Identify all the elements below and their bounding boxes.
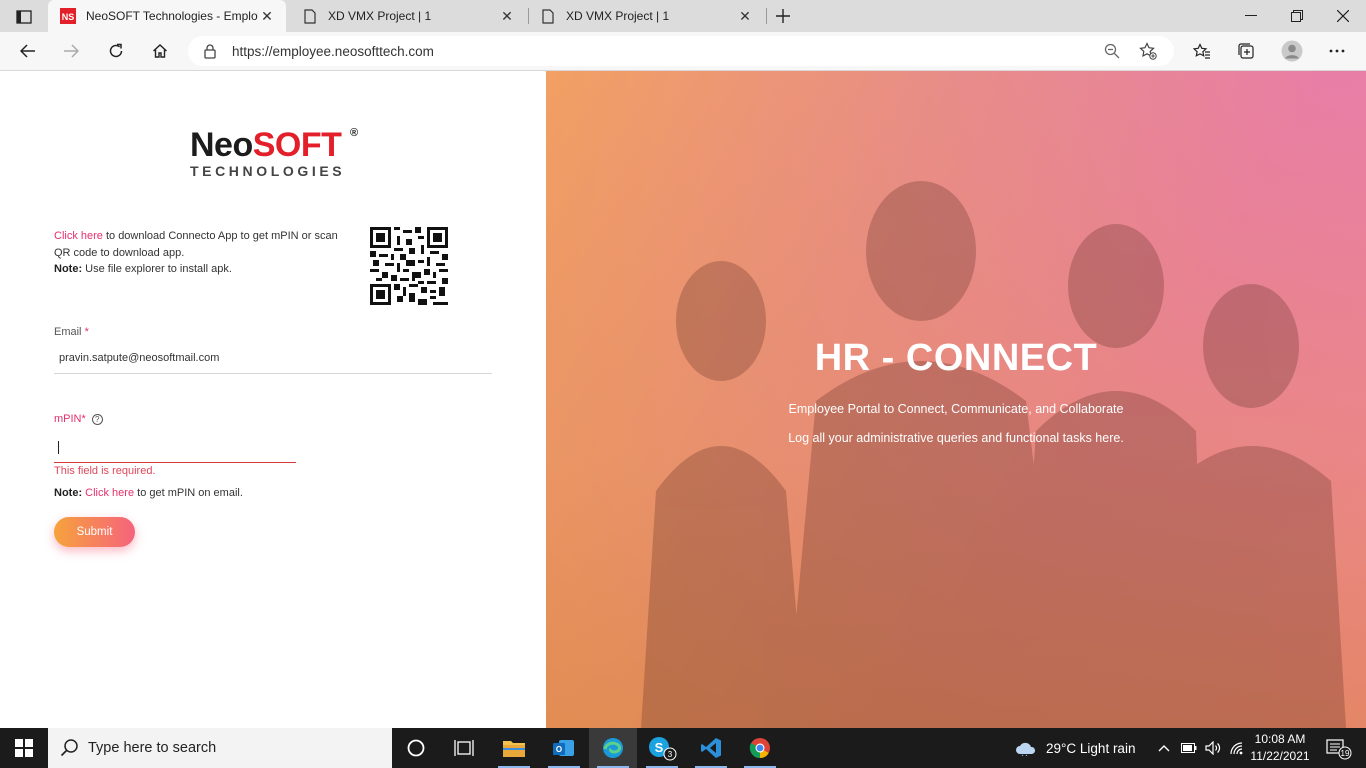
page-icon: [540, 8, 556, 24]
registered-mark: ®: [350, 127, 359, 139]
skype-icon[interactable]: S3: [638, 728, 686, 768]
tab-title: XD VMX Project | 1: [328, 9, 432, 23]
mpin-error: This field is required.: [54, 465, 156, 477]
zoom-icon[interactable]: [1102, 41, 1122, 61]
address-bar[interactable]: https://employee.neosofttech.com: [188, 36, 1174, 66]
logo-tagline: TECHNOLOGIES: [190, 163, 346, 179]
home-button[interactable]: [145, 37, 175, 65]
browser-toolbar: https://employee.neosofttech.com: [0, 32, 1366, 71]
refresh-button[interactable]: [101, 37, 131, 65]
download-app-link[interactable]: Click here: [54, 230, 103, 242]
tab-xd-vmx-2[interactable]: XD VMX Project | 1 ✕: [528, 0, 764, 32]
battery-icon[interactable]: [1178, 728, 1200, 768]
tab-separator: [766, 8, 767, 24]
windows-taskbar: Type here to search O S3 29°C Light rain: [0, 728, 1366, 768]
tab-xd-vmx-1[interactable]: XD VMX Project | 1 ✕: [290, 0, 526, 32]
logo-wordmark: NeoSOFT: [190, 126, 342, 164]
help-icon[interactable]: ?: [91, 413, 103, 425]
close-window-button[interactable]: [1320, 0, 1366, 32]
hero-title: HR - CONNECT: [814, 337, 1098, 379]
svg-text:O: O: [556, 745, 562, 754]
team-photo: [641, 181, 1346, 728]
skype-badge: 3: [668, 750, 673, 759]
add-favorite-icon[interactable]: [1138, 41, 1158, 61]
clock-date: 11/22/2021: [1250, 749, 1310, 763]
hero-panel: HR - CONNECT Employee Portal to Connect,…: [546, 71, 1366, 728]
submit-button[interactable]: Submit: [54, 517, 135, 547]
show-hidden-icons-chevron[interactable]: [1152, 728, 1176, 768]
task-view-icon[interactable]: [440, 728, 488, 768]
clock-time: 10:08 AM: [1254, 732, 1306, 746]
mpin-field[interactable]: [54, 437, 296, 463]
neosoft-favicon-icon: NS: [60, 8, 76, 24]
download-info: Click here to download Connecto App to g…: [54, 228, 354, 278]
windows-logo-icon: [15, 739, 33, 757]
hero-subtitle: Employee Portal to Connect, Communicate,…: [788, 402, 1124, 416]
login-panel: NeoSOFT ® TECHNOLOGIES Click here to dow…: [0, 71, 546, 728]
email-label: Email *: [54, 326, 89, 338]
outlook-icon[interactable]: O: [540, 728, 588, 768]
email-mpin-link[interactable]: Click here: [85, 487, 134, 499]
cortana-icon[interactable]: [392, 728, 440, 768]
volume-icon[interactable]: [1202, 728, 1224, 768]
notification-count: 19: [1341, 749, 1350, 758]
weather-text[interactable]: 29°C Light rain: [1046, 728, 1135, 768]
note-text: Use file explorer to install apk.: [82, 263, 232, 275]
back-button[interactable]: [13, 37, 43, 65]
new-tab-button[interactable]: [770, 4, 796, 28]
vscode-icon[interactable]: [687, 728, 735, 768]
page-content: NeoSOFT ® TECHNOLOGIES Click here to dow…: [0, 71, 1366, 728]
edge-icon[interactable]: [589, 728, 637, 768]
favorites-icon[interactable]: [1187, 37, 1217, 65]
note-label: Note:: [54, 263, 83, 275]
favicon-text: NS: [62, 12, 75, 22]
restore-button[interactable]: [1274, 0, 1320, 32]
forward-button[interactable]: [56, 37, 86, 65]
close-tab-icon[interactable]: ✕: [498, 7, 516, 25]
lock-icon[interactable]: [202, 43, 218, 59]
notifications-icon[interactable]: 19: [1318, 728, 1358, 768]
close-tab-icon[interactable]: ✕: [736, 7, 754, 25]
system-clock[interactable]: 10:08 AM 11/22/2021: [1244, 731, 1316, 765]
email-field[interactable]: pravin.satpute@neosoftmail.com: [59, 352, 219, 364]
search-placeholder: Type here to search: [88, 740, 217, 756]
neosoft-logo: NeoSOFT ® TECHNOLOGIES: [190, 127, 370, 183]
more-options-icon[interactable]: [1322, 37, 1352, 65]
url-text[interactable]: https://employee.neosofttech.com: [232, 44, 1102, 59]
weather-cloud-icon[interactable]: [1014, 740, 1038, 756]
profile-avatar[interactable]: [1277, 37, 1307, 65]
mpin-label: mPIN * ?: [54, 413, 103, 425]
browser-tab-strip: NS NeoSOFT Technologies - Employ ✕ XD VM…: [0, 0, 1366, 32]
qr-code: [370, 227, 448, 305]
chrome-icon[interactable]: [736, 728, 784, 768]
close-tab-icon[interactable]: ✕: [258, 7, 276, 25]
tab-actions-icon[interactable]: [8, 6, 40, 28]
search-icon: [60, 739, 78, 757]
text-cursor: [58, 441, 59, 454]
email-underline: [54, 373, 492, 374]
tab-title: XD VMX Project | 1: [566, 9, 670, 23]
mpin-note: Note: Click here to get mPIN on email.: [54, 487, 243, 499]
hero-description: Log all your administrative queries and …: [788, 431, 1124, 445]
page-icon: [302, 8, 318, 24]
file-explorer-icon[interactable]: [490, 728, 538, 768]
svg-text:S: S: [655, 740, 664, 755]
tab-title: NeoSOFT Technologies - Employ: [86, 9, 258, 23]
taskbar-search[interactable]: Type here to search: [48, 728, 392, 768]
collections-icon[interactable]: [1231, 37, 1261, 65]
start-button[interactable]: [0, 728, 48, 768]
minimize-button[interactable]: [1228, 0, 1274, 32]
tab-neosoft[interactable]: NS NeoSOFT Technologies - Employ ✕: [48, 0, 286, 32]
